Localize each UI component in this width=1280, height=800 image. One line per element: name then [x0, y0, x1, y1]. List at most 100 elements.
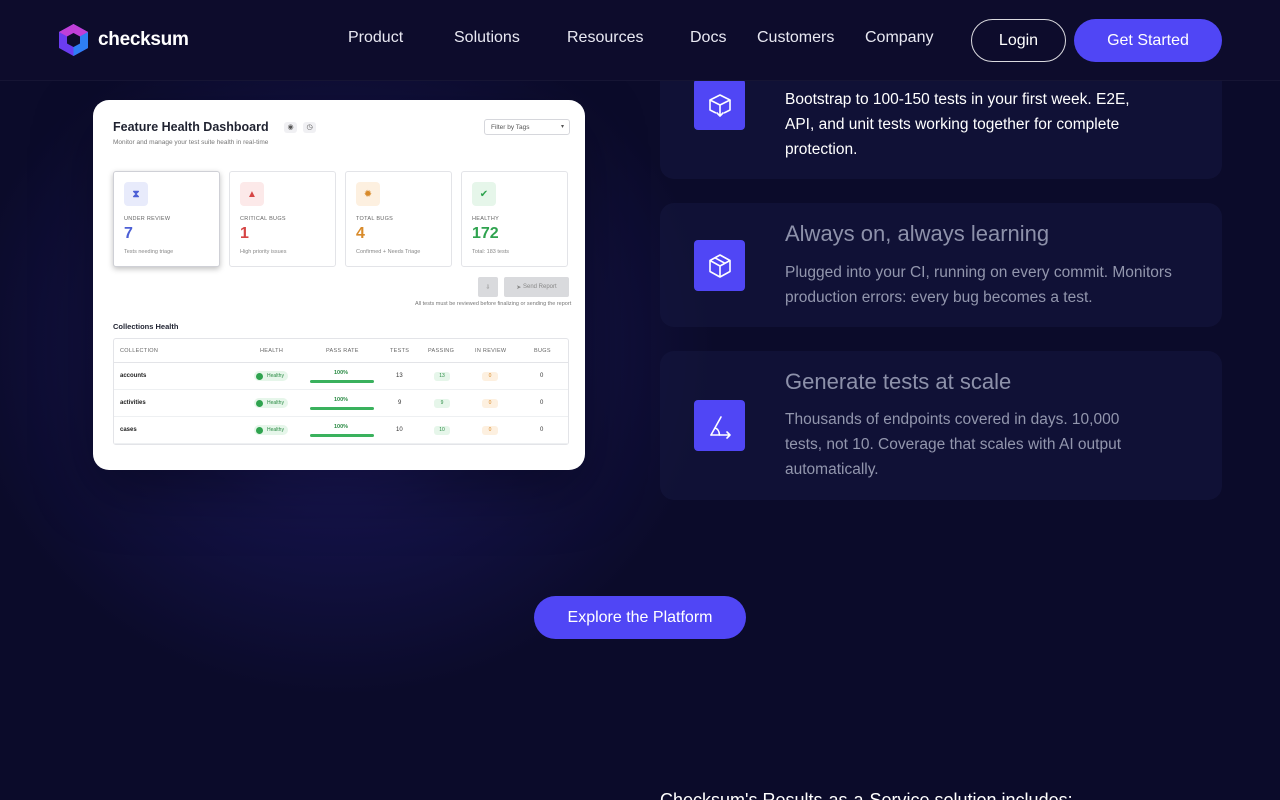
feature-desc: Plugged into your CI, running on every c… [785, 264, 1172, 306]
nav-link-resources[interactable]: Resources [567, 29, 643, 47]
col-pass-rate: PASS RATE [326, 348, 359, 354]
bugs-count: 0 [540, 427, 544, 433]
review-note: All tests must be reviewed before finali… [415, 301, 572, 307]
login-button[interactable]: Login [971, 19, 1066, 62]
history-icon: ◷ [303, 122, 316, 133]
dashboard-subtitle: Monitor and manage your test suite healt… [113, 139, 269, 146]
feature-title: Always on, always learning [785, 221, 1050, 246]
row-name: cases [120, 427, 137, 433]
stat-card-healthy[interactable]: ✔ HEALTHY 172 Total: 183 tests [461, 171, 568, 267]
hourglass-icon: ⧗ [124, 182, 148, 206]
check-circle-icon: ✔ [472, 182, 496, 206]
col-passing: PASSING [428, 348, 455, 354]
download-button[interactable]: ⇩ [478, 277, 498, 297]
health-label: Healthy [267, 427, 284, 433]
nav-link-solutions[interactable]: Solutions [454, 29, 520, 47]
cube-icon [694, 240, 745, 291]
stat-sub: Tests needing triage [124, 249, 174, 255]
passing-count: 10 [434, 426, 450, 435]
col-collection: COLLECTION [120, 348, 159, 354]
col-health: HEALTH [260, 348, 284, 354]
logo-text: checksum [98, 29, 189, 50]
warning-icon: ▲ [240, 182, 264, 206]
section-intro-text: Checksum's Results-as-a-Service solution… [660, 790, 1073, 800]
pass-rate-bar [310, 380, 374, 383]
health-badge: Healthy [254, 425, 288, 435]
pass-rate: 100% [334, 370, 349, 376]
nav-link-product[interactable]: Product [348, 29, 403, 47]
get-started-button[interactable]: Get Started [1074, 19, 1222, 62]
chevron-down-icon: ▾ [560, 124, 564, 130]
stat-value: 172 [472, 225, 499, 242]
health-badge: Healthy [254, 398, 288, 408]
stat-sub: High priority issues [240, 249, 287, 255]
send-icon: ➤ [516, 284, 523, 291]
pass-rate-bar [310, 434, 374, 437]
tests-count: 13 [396, 373, 403, 379]
stat-label: CRITICAL BUGS [240, 216, 286, 222]
stat-sub: Confirmed + Needs Triage [356, 249, 421, 255]
row-name: activities [120, 400, 146, 406]
feature-card-always-on[interactable]: Always on, always learning Plugged into … [660, 203, 1222, 327]
row-name: accounts [120, 373, 147, 379]
pass-rate: 100% [334, 424, 349, 430]
checksum-logo-icon [59, 24, 88, 56]
stat-card-critical-bugs[interactable]: ▲ CRITICAL BUGS 1 High priority issues [229, 171, 336, 267]
pass-rate-bar [310, 407, 374, 410]
collections-title: Collections Health [113, 322, 179, 331]
table-header: COLLECTION HEALTH PASS RATE TESTS PASSIN… [114, 339, 568, 363]
col-bugs: BUGS [534, 348, 551, 354]
bugs-count: 0 [540, 373, 544, 379]
in-review-count: 0 [482, 426, 498, 435]
send-report-label: Send Report [523, 284, 557, 290]
feature-card-scale[interactable]: Generate tests at scale Thousands of end… [660, 351, 1222, 500]
col-in-review: IN REVIEW [475, 348, 507, 354]
box-arrow-down-icon [694, 79, 745, 130]
collections-table: COLLECTION HEALTH PASS RATE TESTS PASSIN… [113, 338, 569, 445]
stat-value: 7 [124, 225, 133, 242]
feature-desc: Bootstrap to 100-150 tests in your first… [785, 91, 1130, 158]
stat-label: UNDER REVIEW [124, 216, 171, 222]
stat-card-total-bugs[interactable]: ✹ TOTAL BUGS 4 Confirmed + Needs Triage [345, 171, 452, 267]
stat-value: 1 [240, 225, 249, 242]
dashboard-title: Feature Health Dashboard [113, 120, 269, 134]
passing-count: 13 [434, 372, 450, 381]
filter-by-tags-select[interactable]: Filter by Tags ▾ [484, 119, 570, 135]
bugs-count: 0 [540, 400, 544, 406]
pass-rate: 100% [334, 397, 349, 403]
nav-link-company[interactable]: Company [865, 29, 933, 47]
health-label: Healthy [267, 400, 284, 406]
nav-link-customers[interactable]: Customers [757, 29, 834, 47]
table-row[interactable]: accounts Healthy 100% 13 13 0 0 [114, 363, 568, 390]
send-report-button[interactable]: ➤ Send Report [504, 277, 569, 297]
stat-card-under-review[interactable]: ⧗ UNDER REVIEW 7 Tests needing triage [113, 171, 220, 267]
tests-count: 10 [396, 427, 403, 433]
health-badge: Healthy [254, 371, 288, 381]
in-review-count: 0 [482, 372, 498, 381]
stat-sub: Total: 183 tests [472, 249, 509, 255]
table-row[interactable]: activities Healthy 100% 9 9 0 0 [114, 390, 568, 417]
explore-platform-button[interactable]: Explore the Platform [534, 596, 746, 639]
tests-count: 9 [398, 400, 402, 406]
check-icon [256, 372, 263, 380]
filter-label: Filter by Tags [491, 124, 530, 131]
in-review-count: 0 [482, 399, 498, 408]
dashboard-preview: Feature Health Dashboard ◉ ◷ Monitor and… [93, 100, 585, 470]
table-row[interactable]: cases Healthy 100% 10 10 0 0 [114, 417, 568, 444]
eye-icon: ◉ [284, 122, 297, 133]
bug-icon: ✹ [356, 182, 380, 206]
health-label: Healthy [267, 373, 284, 379]
stat-value: 4 [356, 225, 365, 242]
stat-label: TOTAL BUGS [356, 216, 394, 222]
scale-angle-icon [694, 400, 745, 451]
check-icon [256, 426, 263, 434]
check-icon [256, 399, 263, 407]
stat-label: HEALTHY [472, 216, 500, 222]
feature-desc: Thousands of endpoints covered in days. … [785, 411, 1122, 478]
passing-count: 9 [434, 399, 450, 408]
nav-link-docs[interactable]: Docs [690, 29, 726, 47]
top-navbar: checksum Product Solutions Resources Doc… [0, 0, 1280, 81]
logo[interactable]: checksum [59, 24, 189, 56]
col-tests: TESTS [390, 348, 410, 354]
feature-title: Generate tests at scale [785, 369, 1012, 394]
